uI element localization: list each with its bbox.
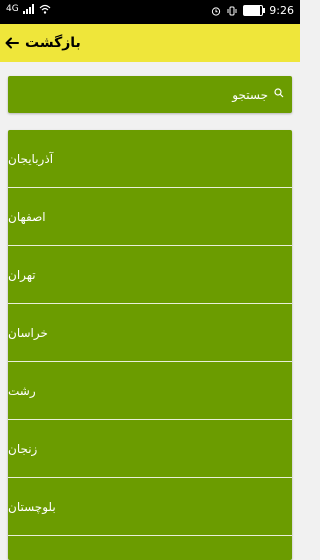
status-right: 9:26: [211, 4, 294, 17]
list-item-label: تهران: [8, 267, 36, 282]
list-item-baluchestan[interactable]: بلوچستان: [8, 478, 292, 536]
list-item-rasht[interactable]: رشت: [8, 362, 292, 420]
search-card: [8, 76, 292, 113]
province-list: آذربایجان اصفهان تهران خراسان رشت زنجان …: [8, 130, 292, 560]
list-item-label: رشت: [8, 383, 36, 398]
list-item-label: آذربایجان: [8, 151, 54, 166]
list-item-zanjan[interactable]: زنجان: [8, 420, 292, 478]
list-item-label: بلوچستان: [8, 499, 56, 514]
app-bar: بازگشت: [0, 24, 300, 62]
list-item-tehran[interactable]: تهران: [8, 246, 292, 304]
battery-level: [244, 6, 260, 15]
network-type: 4G: [6, 4, 19, 14]
list-item-khorasan[interactable]: خراسان: [8, 304, 292, 362]
vibrate-icon: [227, 6, 237, 15]
search-icon: [274, 88, 284, 98]
status-bar: 4G 9:26: [0, 0, 300, 24]
status-left: 4G: [6, 4, 51, 14]
back-button[interactable]: بازگشت: [5, 30, 81, 56]
search-input[interactable]: [18, 82, 270, 108]
back-title: بازگشت: [25, 35, 81, 51]
status-time: 9:26: [269, 4, 294, 17]
list-item-label: اصفهان: [8, 209, 46, 224]
list-item-isfahan[interactable]: اصفهان: [8, 188, 292, 246]
list-item-label: خراسان: [8, 325, 48, 340]
wifi-icon: [39, 4, 51, 14]
list-item-azarbaijan[interactable]: آذربایجان: [8, 130, 292, 188]
alarm-icon: [212, 6, 221, 16]
battery-icon: [243, 5, 266, 16]
arrow-left-icon: [5, 37, 19, 49]
list-item-label: زنجان: [8, 441, 38, 456]
signal-icon: [22, 4, 34, 14]
